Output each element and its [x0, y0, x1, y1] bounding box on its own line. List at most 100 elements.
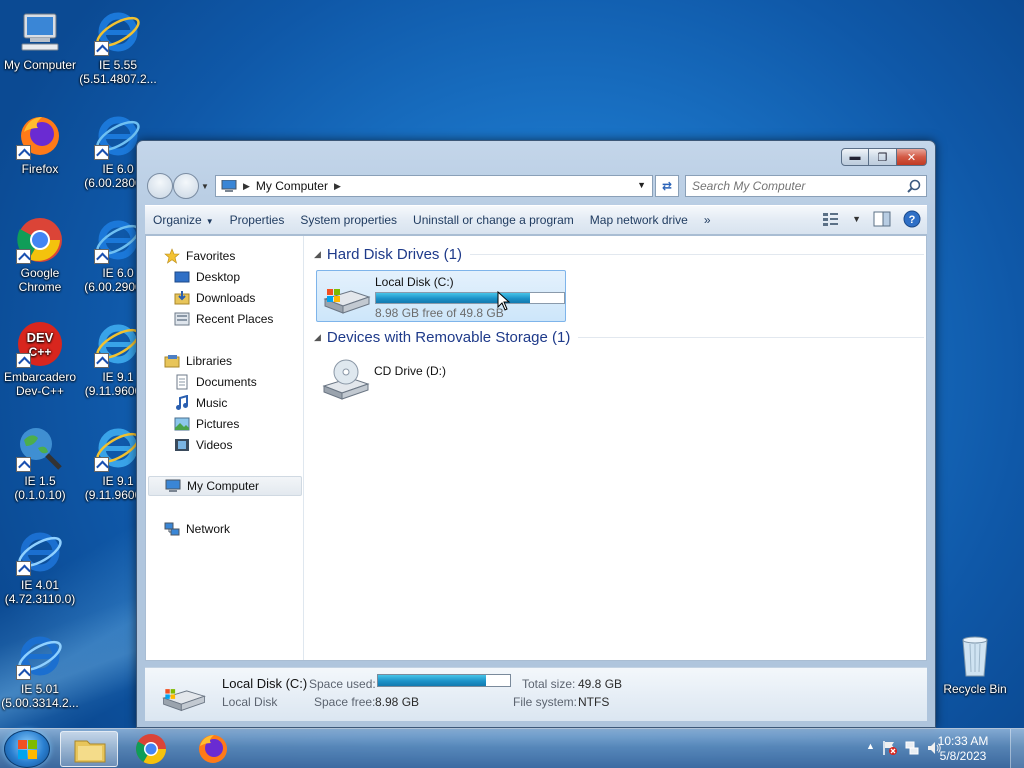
- help-icon[interactable]: ?: [903, 210, 921, 228]
- search-icon[interactable]: [907, 179, 921, 193]
- internet-explorer-icon: [94, 424, 142, 472]
- drive-cd-d[interactable]: CD Drive (D:): [316, 354, 566, 406]
- show-hidden-icons-button[interactable]: ▲: [866, 741, 875, 751]
- drive-text: Local Disk (C:) 8.98 GB free of 49.8 GB: [375, 271, 565, 321]
- group-header-hard-disks[interactable]: ◢ Hard Disk Drives (1): [314, 246, 924, 263]
- computer-icon: [16, 8, 64, 56]
- view-controls: ▼ ?: [822, 210, 921, 228]
- recent-pages-dropdown[interactable]: ▼: [201, 182, 209, 191]
- music-icon: [176, 395, 188, 410]
- network-icon[interactable]: [904, 740, 920, 756]
- firefox-icon: [199, 735, 227, 763]
- drive-local-disk-c[interactable]: Local Disk (C:) 8.98 GB free of 49.8 GB: [316, 270, 566, 322]
- breadcrumb-location[interactable]: My Computer: [256, 179, 328, 193]
- properties-button[interactable]: Properties: [222, 208, 293, 232]
- collapse-triangle-icon[interactable]: ◢: [314, 249, 321, 260]
- nav-item-recent-places[interactable]: Recent Places: [174, 309, 273, 329]
- cd-drive-icon: [322, 359, 370, 400]
- preview-pane-icon[interactable]: [873, 211, 891, 227]
- desktop-icon-devcpp[interactable]: DEV C++ Embarcadero Dev-C++: [0, 320, 80, 398]
- nav-item-network[interactable]: Network: [164, 519, 230, 539]
- desktop-icon-my-computer[interactable]: My Computer: [0, 8, 80, 72]
- clock[interactable]: 10:33 AM 5/8/2023: [928, 734, 998, 764]
- documents-icon: [176, 374, 188, 390]
- refresh-button[interactable]: ⇄: [655, 175, 679, 197]
- chrome-icon: [16, 216, 64, 264]
- internet-explorer-icon: [94, 216, 142, 264]
- details-usage-bar: [377, 674, 511, 687]
- internet-explorer-icon: [16, 528, 64, 576]
- nav-item-favorites[interactable]: Favorites: [164, 246, 235, 266]
- back-button[interactable]: [147, 173, 173, 199]
- desktop-icon-ie501[interactable]: IE 5.01 (5.00.3314.2...: [0, 632, 80, 710]
- start-button[interactable]: [4, 730, 50, 768]
- desktop-icon-ie555[interactable]: IE 5.55 (5.51.4807.2...: [78, 8, 158, 86]
- hard-drive-icon: [323, 289, 371, 314]
- close-button[interactable]: ✕: [897, 148, 927, 166]
- system-properties-button[interactable]: System properties: [292, 208, 405, 232]
- file-list: ◢ Hard Disk Drives (1) Local Disk (C:) 8…: [306, 236, 926, 660]
- address-history-dropdown[interactable]: ▼: [637, 180, 646, 190]
- space-used-label: Space used:: [309, 677, 376, 691]
- desktop-folder-icon: [174, 271, 190, 283]
- nav-item-label: Pictures: [196, 417, 240, 431]
- nav-item-downloads[interactable]: Downloads: [174, 288, 255, 308]
- search-input[interactable]: [686, 176, 896, 196]
- explorer-content: Favorites Desktop Downloads Recent Place…: [145, 235, 927, 661]
- desktop-icon-ie15[interactable]: IE 1.5 (0.1.0.10): [0, 424, 80, 502]
- taskbar: ▲ 10:33 AM 5/8/2023: [0, 728, 1024, 768]
- firefox-icon: [16, 112, 64, 160]
- uninstall-program-button[interactable]: Uninstall or change a program: [405, 208, 582, 232]
- desktop-icon-firefox[interactable]: Firefox: [0, 112, 80, 176]
- group-divider: [469, 254, 924, 255]
- taskbar-explorer-button[interactable]: [60, 731, 118, 767]
- search-box[interactable]: [685, 175, 927, 197]
- forward-button[interactable]: [173, 173, 199, 199]
- nav-item-label: Libraries: [186, 354, 233, 368]
- map-network-drive-button[interactable]: Map network drive: [582, 208, 696, 232]
- nav-item-videos[interactable]: Videos: [174, 435, 232, 455]
- desktop-icon-recycle-bin[interactable]: Recycle Bin: [935, 632, 1015, 696]
- nav-item-label: Desktop: [196, 270, 241, 284]
- taskbar-firefox-button[interactable]: [184, 731, 242, 767]
- nav-item-my-computer[interactable]: My Computer: [148, 476, 302, 496]
- svg-text:?: ?: [909, 214, 916, 226]
- chrome-icon: [135, 734, 166, 765]
- libraries-icon: [164, 355, 180, 368]
- restore-icon: ❐: [877, 151, 888, 164]
- minimize-button[interactable]: ▬: [841, 148, 869, 166]
- maximize-button[interactable]: ❐: [869, 148, 897, 166]
- desktop-icon-ie401[interactable]: IE 4.01 (4.72.3110.0): [0, 528, 80, 606]
- drive-name: CD Drive (D:): [374, 364, 446, 378]
- view-options-dropdown[interactable]: ▼: [852, 214, 861, 224]
- nav-item-music[interactable]: Music: [174, 393, 227, 413]
- nav-item-documents[interactable]: Documents: [174, 372, 257, 392]
- desktop-icon-label: Recycle Bin: [943, 682, 1007, 696]
- action-center-flag-icon[interactable]: [882, 740, 898, 756]
- shortcut-arrow-icon: [94, 457, 109, 472]
- desktop-icon-label: Firefox: [21, 162, 59, 176]
- address-bar[interactable]: ▶ My Computer ▶ ▼: [215, 175, 653, 197]
- shortcut-arrow-icon: [16, 353, 31, 368]
- more-commands-button[interactable]: »: [696, 208, 719, 232]
- nav-item-pictures[interactable]: Pictures: [174, 414, 239, 434]
- collapse-triangle-icon[interactable]: ◢: [314, 332, 321, 343]
- change-view-icon[interactable]: [822, 211, 840, 227]
- nav-item-desktop[interactable]: Desktop: [174, 267, 240, 287]
- desktop-icon-chrome[interactable]: Google Chrome: [0, 216, 80, 294]
- nav-item-libraries[interactable]: Libraries: [164, 351, 232, 371]
- group-header-removable[interactable]: ◢ Devices with Removable Storage (1): [314, 329, 924, 346]
- breadcrumb-arrow-icon[interactable]: ▶: [243, 181, 250, 192]
- shortcut-arrow-icon: [16, 665, 31, 680]
- explorer-window[interactable]: ▬ ❐ ✕ ▼ ▶ My Computer ▶ ▼ ⇄ Organize▼ Pr…: [136, 140, 936, 728]
- show-desktop-button[interactable]: [1010, 729, 1024, 768]
- globe-magnifier-icon: [16, 424, 64, 472]
- desktop-icon-label: My Computer: [3, 58, 77, 72]
- shortcut-arrow-icon: [94, 353, 109, 368]
- nav-item-label: Network: [186, 522, 231, 536]
- breadcrumb-arrow-icon[interactable]: ▶: [334, 181, 341, 192]
- computer-icon: [221, 179, 237, 192]
- mouse-cursor-icon: [497, 291, 511, 311]
- taskbar-chrome-button[interactable]: [122, 731, 180, 767]
- organize-button[interactable]: Organize ▼: [145, 208, 222, 232]
